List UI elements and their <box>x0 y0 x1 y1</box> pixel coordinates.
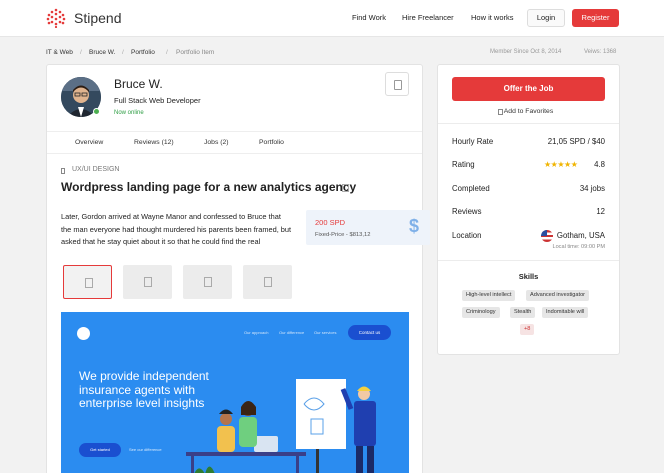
preview-nav-item: Our difference <box>279 330 305 335</box>
dollar-icon: $ <box>409 216 420 236</box>
breadcrumb-separator: / <box>166 49 168 56</box>
hourly-rate-value: 21,05 SPD / $40 <box>547 137 605 146</box>
skill-tag[interactable]: Indomitable will <box>542 307 589 318</box>
skill-tag[interactable]: Advanced investigator <box>526 290 590 301</box>
divider <box>438 123 619 124</box>
preview-contact-button: Contact us <box>348 325 391 340</box>
nav-how-it-works[interactable]: How it works <box>471 13 514 22</box>
add-to-favorites-link[interactable]: Add to Favorites <box>438 108 619 115</box>
completed-label: Completed <box>452 184 490 193</box>
online-status: Now online <box>114 110 144 116</box>
more-skills-tag[interactable]: +8 <box>520 324 535 335</box>
thumbnail[interactable] <box>243 265 292 299</box>
freelancer-sidebar: Offer the Job Add to Favorites Hourly Ra… <box>437 64 620 355</box>
portfolio-preview-image[interactable]: Our approach Our difference Our services… <box>61 312 409 473</box>
breadcrumb-current: Portfolio Item <box>176 49 215 56</box>
nav-hire-freelancer[interactable]: Hire Freelancer <box>402 13 454 22</box>
preview-link: See our difference <box>129 447 162 452</box>
item-description: Later, Gordon arrived at Wayne Manor and… <box>61 212 292 246</box>
preview-nav-item: Our services <box>314 330 337 335</box>
member-since: Member Since Oct 8, 2014 <box>490 49 562 55</box>
register-button[interactable]: Register <box>572 9 619 27</box>
top-navbar: Stipend Find Work Hire Freelancer How it… <box>0 0 664 37</box>
skill-tag[interactable]: High-level intellect <box>462 290 516 301</box>
us-flag-icon <box>541 230 553 242</box>
thumbnail[interactable] <box>123 265 172 299</box>
rating-value: 4.8 <box>594 160 605 169</box>
local-time: Local time: 09:00 PM <box>552 244 605 250</box>
location-value: Gotham, USA <box>556 231 605 240</box>
profile-role: Full Stack Web Developer <box>114 96 201 105</box>
stipend-logo-icon[interactable] <box>46 8 66 28</box>
team-illustration-icon <box>186 379 376 473</box>
location-label: Location <box>452 231 482 240</box>
profile-name[interactable]: Bruce W. <box>114 77 163 91</box>
breadcrumb-separator: / <box>80 49 82 56</box>
thumbnail[interactable] <box>63 265 112 299</box>
breadcrumb-bruce[interactable]: Bruce W. <box>89 49 115 56</box>
item-title: Wordpress landing page for a new analyti… <box>61 180 357 194</box>
bookmark-icon[interactable] <box>385 72 409 96</box>
item-category: UX/UI DESIGN <box>72 166 120 173</box>
completed-value: 34 jobs <box>579 184 605 193</box>
preview-logo-icon <box>77 327 90 340</box>
portfolio-item-panel: Bruce W. Full Stack Web Developer Now on… <box>46 64 423 473</box>
price-card: 200 SPD Fixed-Price - $813,12 $ <box>306 210 430 245</box>
hourly-rate-label: Hourly Rate <box>452 137 494 146</box>
login-button[interactable]: Login <box>527 9 565 27</box>
view-count: Veiws: 1368 <box>584 49 617 55</box>
breadcrumb-portfolio[interactable]: Portfolio <box>131 49 155 56</box>
online-status-dot <box>93 108 100 115</box>
reviews-value: 12 <box>596 207 605 216</box>
brand-name[interactable]: Stipend <box>74 10 121 26</box>
nav-find-work[interactable]: Find Work <box>352 13 386 22</box>
price-note: Fixed-Price - $813,12 <box>315 232 371 238</box>
breadcrumb-separator: / <box>122 49 124 56</box>
tab-portfolio[interactable]: Portfolio <box>259 139 284 146</box>
divider <box>438 260 619 261</box>
rating-label: Rating <box>452 160 475 169</box>
tab-reviews[interactable]: Reviews (12) <box>134 139 174 146</box>
reviews-label: Reviews <box>452 207 482 216</box>
skill-tag[interactable]: Criminology <box>462 307 500 318</box>
category-icon <box>61 168 65 174</box>
skill-tag[interactable]: Stealth <box>510 307 536 318</box>
profile-tabs: Overview Reviews (12) Jobs (2) Portfolio <box>47 131 422 154</box>
preview-cta-button: Get started <box>79 443 121 457</box>
preview-nav-item: Our approach <box>244 330 269 335</box>
skills-title: Skills <box>518 272 539 281</box>
tab-jobs[interactable]: Jobs (2) <box>204 139 229 146</box>
thumbnail[interactable] <box>183 265 232 299</box>
offer-job-button[interactable]: Offer the Job <box>452 77 605 101</box>
tab-overview[interactable]: Overview <box>75 139 103 146</box>
price-value: 200 SPD <box>315 218 346 227</box>
share-icon[interactable] <box>342 184 349 192</box>
rating-stars-icon: ★★★★★ <box>544 160 578 169</box>
breadcrumb-it-web[interactable]: IT & Web <box>46 49 73 56</box>
